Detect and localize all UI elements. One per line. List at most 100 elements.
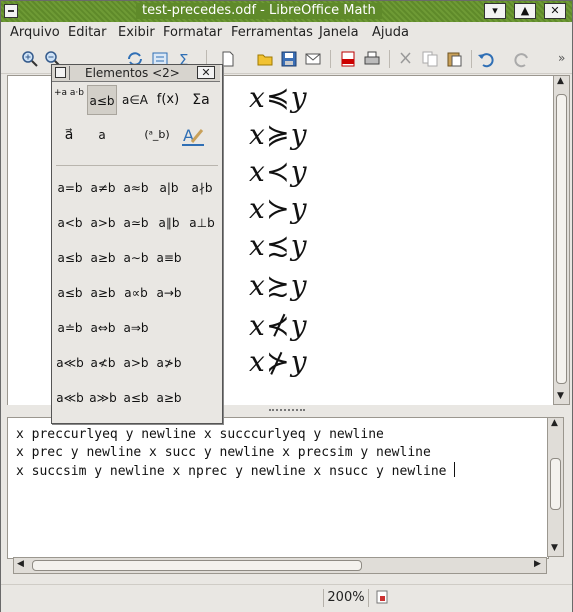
category-functions[interactable]: f(x) bbox=[153, 85, 183, 115]
symbol-def-equal[interactable]: a≐b bbox=[53, 318, 87, 338]
paste-icon[interactable] bbox=[445, 50, 463, 68]
symbol-approx[interactable]: a≈b bbox=[119, 178, 153, 198]
category-attributes[interactable]: a⃗ bbox=[54, 120, 84, 150]
window-menu-button[interactable] bbox=[4, 4, 18, 18]
status-bar: 200% bbox=[1, 584, 572, 612]
scroll-thumb[interactable] bbox=[550, 458, 561, 510]
command-text[interactable]: x preccurlyeq y newline x succcurlyeq y … bbox=[16, 426, 456, 481]
menu-arquivo[interactable]: Arquivo bbox=[10, 25, 60, 40]
symbol-orthogonal[interactable]: a⊥b bbox=[185, 213, 219, 233]
category-operators[interactable]: Σa bbox=[186, 85, 216, 115]
symbol-not-greater[interactable]: a≯b bbox=[152, 353, 186, 373]
text-cursor bbox=[454, 462, 456, 477]
toolbar-separator bbox=[330, 50, 331, 68]
symbol-to-arrow[interactable]: a→b bbox=[152, 283, 186, 303]
category-brackets[interactable]: (ᵃ_b) bbox=[142, 120, 172, 150]
menu-formatar[interactable]: Formatar bbox=[163, 25, 222, 40]
zoom-in-icon[interactable] bbox=[21, 50, 39, 68]
symbol-not-equal[interactable]: a≠b bbox=[86, 178, 120, 198]
toolbar-separator bbox=[389, 50, 390, 68]
maximize-button[interactable]: ▲ bbox=[514, 3, 536, 19]
scroll-thumb[interactable] bbox=[556, 94, 567, 384]
copy-icon[interactable] bbox=[421, 50, 439, 68]
menu-ajuda[interactable]: Ajuda bbox=[372, 25, 409, 40]
symbol-proportional[interactable]: a∝b bbox=[119, 283, 153, 303]
menu-exibir[interactable]: Exibir bbox=[118, 25, 155, 40]
scroll-right-icon[interactable]: ▶ bbox=[534, 559, 541, 569]
symbol-divides[interactable]: a|b bbox=[152, 178, 186, 198]
minimize-button[interactable]: ▾ bbox=[484, 3, 506, 19]
category-set-operations[interactable]: a∈A bbox=[120, 85, 150, 115]
panel-menu-icon[interactable] bbox=[55, 67, 66, 78]
formula-line: x≿y bbox=[249, 269, 307, 302]
zoom-level[interactable]: 200% bbox=[323, 589, 369, 607]
command-vertical-scrollbar[interactable]: ▲ ▼ bbox=[547, 417, 564, 557]
menu-bar: Arquivo Editar Exibir Formatar Ferrament… bbox=[1, 22, 572, 44]
symbol-equal[interactable]: a=b bbox=[53, 178, 87, 198]
redo-icon[interactable] bbox=[513, 50, 531, 68]
category-formats-icon[interactable]: A bbox=[178, 120, 208, 150]
symbol-less-than[interactable]: a<b bbox=[53, 213, 87, 233]
close-button[interactable]: ✕ bbox=[544, 3, 566, 19]
symbol-similar[interactable]: a∼b bbox=[119, 248, 153, 268]
toolbar-overflow-icon[interactable]: » bbox=[558, 51, 565, 65]
symbol-greater-than[interactable]: a>b bbox=[86, 213, 120, 233]
document-modified-icon[interactable] bbox=[375, 590, 389, 604]
symbol-less-equal[interactable]: a≤b bbox=[53, 248, 87, 268]
export-pdf-icon[interactable] bbox=[339, 50, 357, 68]
symbol-much-less-2[interactable]: a≪b bbox=[53, 388, 87, 408]
window-title: test-precedes.odf - LibreOffice Math bbox=[136, 3, 382, 19]
command-horizontal-scrollbar[interactable]: ◀ ▶ bbox=[13, 557, 547, 574]
formula-line: x≻y bbox=[249, 192, 307, 225]
symbol-double-arrow[interactable]: a⇔b bbox=[86, 318, 120, 338]
symbol-greater-equal[interactable]: a≥b bbox=[86, 248, 120, 268]
category-unary-binary[interactable]: +a a·b bbox=[54, 85, 84, 117]
open-icon[interactable] bbox=[256, 50, 274, 68]
titlebar-divider bbox=[69, 66, 70, 80]
symbol-not-less[interactable]: a≮b bbox=[86, 353, 120, 373]
symbol-parallel[interactable]: a∥b bbox=[152, 213, 186, 233]
scroll-thumb[interactable] bbox=[32, 560, 362, 571]
symbol-less-equal-slant[interactable]: a≤b bbox=[53, 283, 87, 303]
symbol-greater-equal-slant[interactable]: a≥b bbox=[86, 283, 120, 303]
email-icon[interactable] bbox=[304, 50, 322, 68]
splitter-grip-icon[interactable] bbox=[269, 409, 305, 413]
symbol-much-greater[interactable]: a≫b bbox=[86, 388, 120, 408]
scroll-down-icon[interactable]: ▼ bbox=[557, 391, 564, 401]
symbol-similar-equal[interactable]: a≃b bbox=[119, 213, 153, 233]
undo-icon[interactable] bbox=[477, 50, 495, 68]
symbol-much-less[interactable]: a≪b bbox=[53, 353, 87, 373]
print-icon[interactable] bbox=[363, 50, 381, 68]
formula-line: x⊀y bbox=[249, 309, 307, 342]
symbol-equivalent[interactable]: a≡b bbox=[152, 248, 186, 268]
panel-divider bbox=[56, 165, 218, 166]
symbol-implies[interactable]: a⇒b bbox=[119, 318, 153, 338]
app-window: test-precedes.odf - LibreOffice Math ▾ ▲… bbox=[0, 0, 573, 612]
close-icon[interactable]: ✕ bbox=[197, 66, 215, 79]
category-relations[interactable]: a≤b bbox=[87, 85, 117, 115]
symbol-less-equal-2[interactable]: a≤b bbox=[119, 388, 153, 408]
scroll-up-icon[interactable]: ▲ bbox=[551, 418, 558, 428]
symbol-greater[interactable]: a>b bbox=[119, 353, 153, 373]
cut-icon[interactable] bbox=[397, 50, 415, 68]
elements-panel-titlebar[interactable]: Elementos <2> ✕ bbox=[52, 65, 220, 82]
menu-editar[interactable]: Editar bbox=[68, 25, 107, 40]
formula-line: x≺y bbox=[249, 155, 307, 188]
formula-line: x≽y bbox=[249, 118, 307, 151]
preview-vertical-scrollbar[interactable]: ▲ ▼ bbox=[553, 75, 570, 405]
category-others[interactable]: a bbox=[87, 120, 117, 150]
symbol-greater-equal-2[interactable]: a≥b bbox=[152, 388, 186, 408]
scroll-left-icon[interactable]: ◀ bbox=[17, 559, 24, 569]
menu-ferramentas[interactable]: Ferramentas bbox=[231, 25, 313, 40]
save-icon[interactable] bbox=[280, 50, 298, 68]
formula-line: x⊁y bbox=[249, 345, 307, 378]
formula-line: x≾y bbox=[249, 229, 307, 262]
menu-janela[interactable]: Janela bbox=[319, 25, 359, 40]
scroll-up-icon[interactable]: ▲ bbox=[557, 76, 564, 86]
toolbar-separator bbox=[471, 50, 472, 68]
scroll-down-icon[interactable]: ▼ bbox=[551, 543, 558, 553]
command-editor[interactable]: x preccurlyeq y newline x succcurlyeq y … bbox=[7, 417, 549, 559]
symbol-not-divides[interactable]: a∤b bbox=[185, 178, 219, 198]
title-bar: test-precedes.odf - LibreOffice Math ▾ ▲… bbox=[1, 1, 572, 23]
elements-panel: Elementos <2> ✕ +a a·b a≤b a∈A f(x) Σa a… bbox=[51, 64, 223, 424]
